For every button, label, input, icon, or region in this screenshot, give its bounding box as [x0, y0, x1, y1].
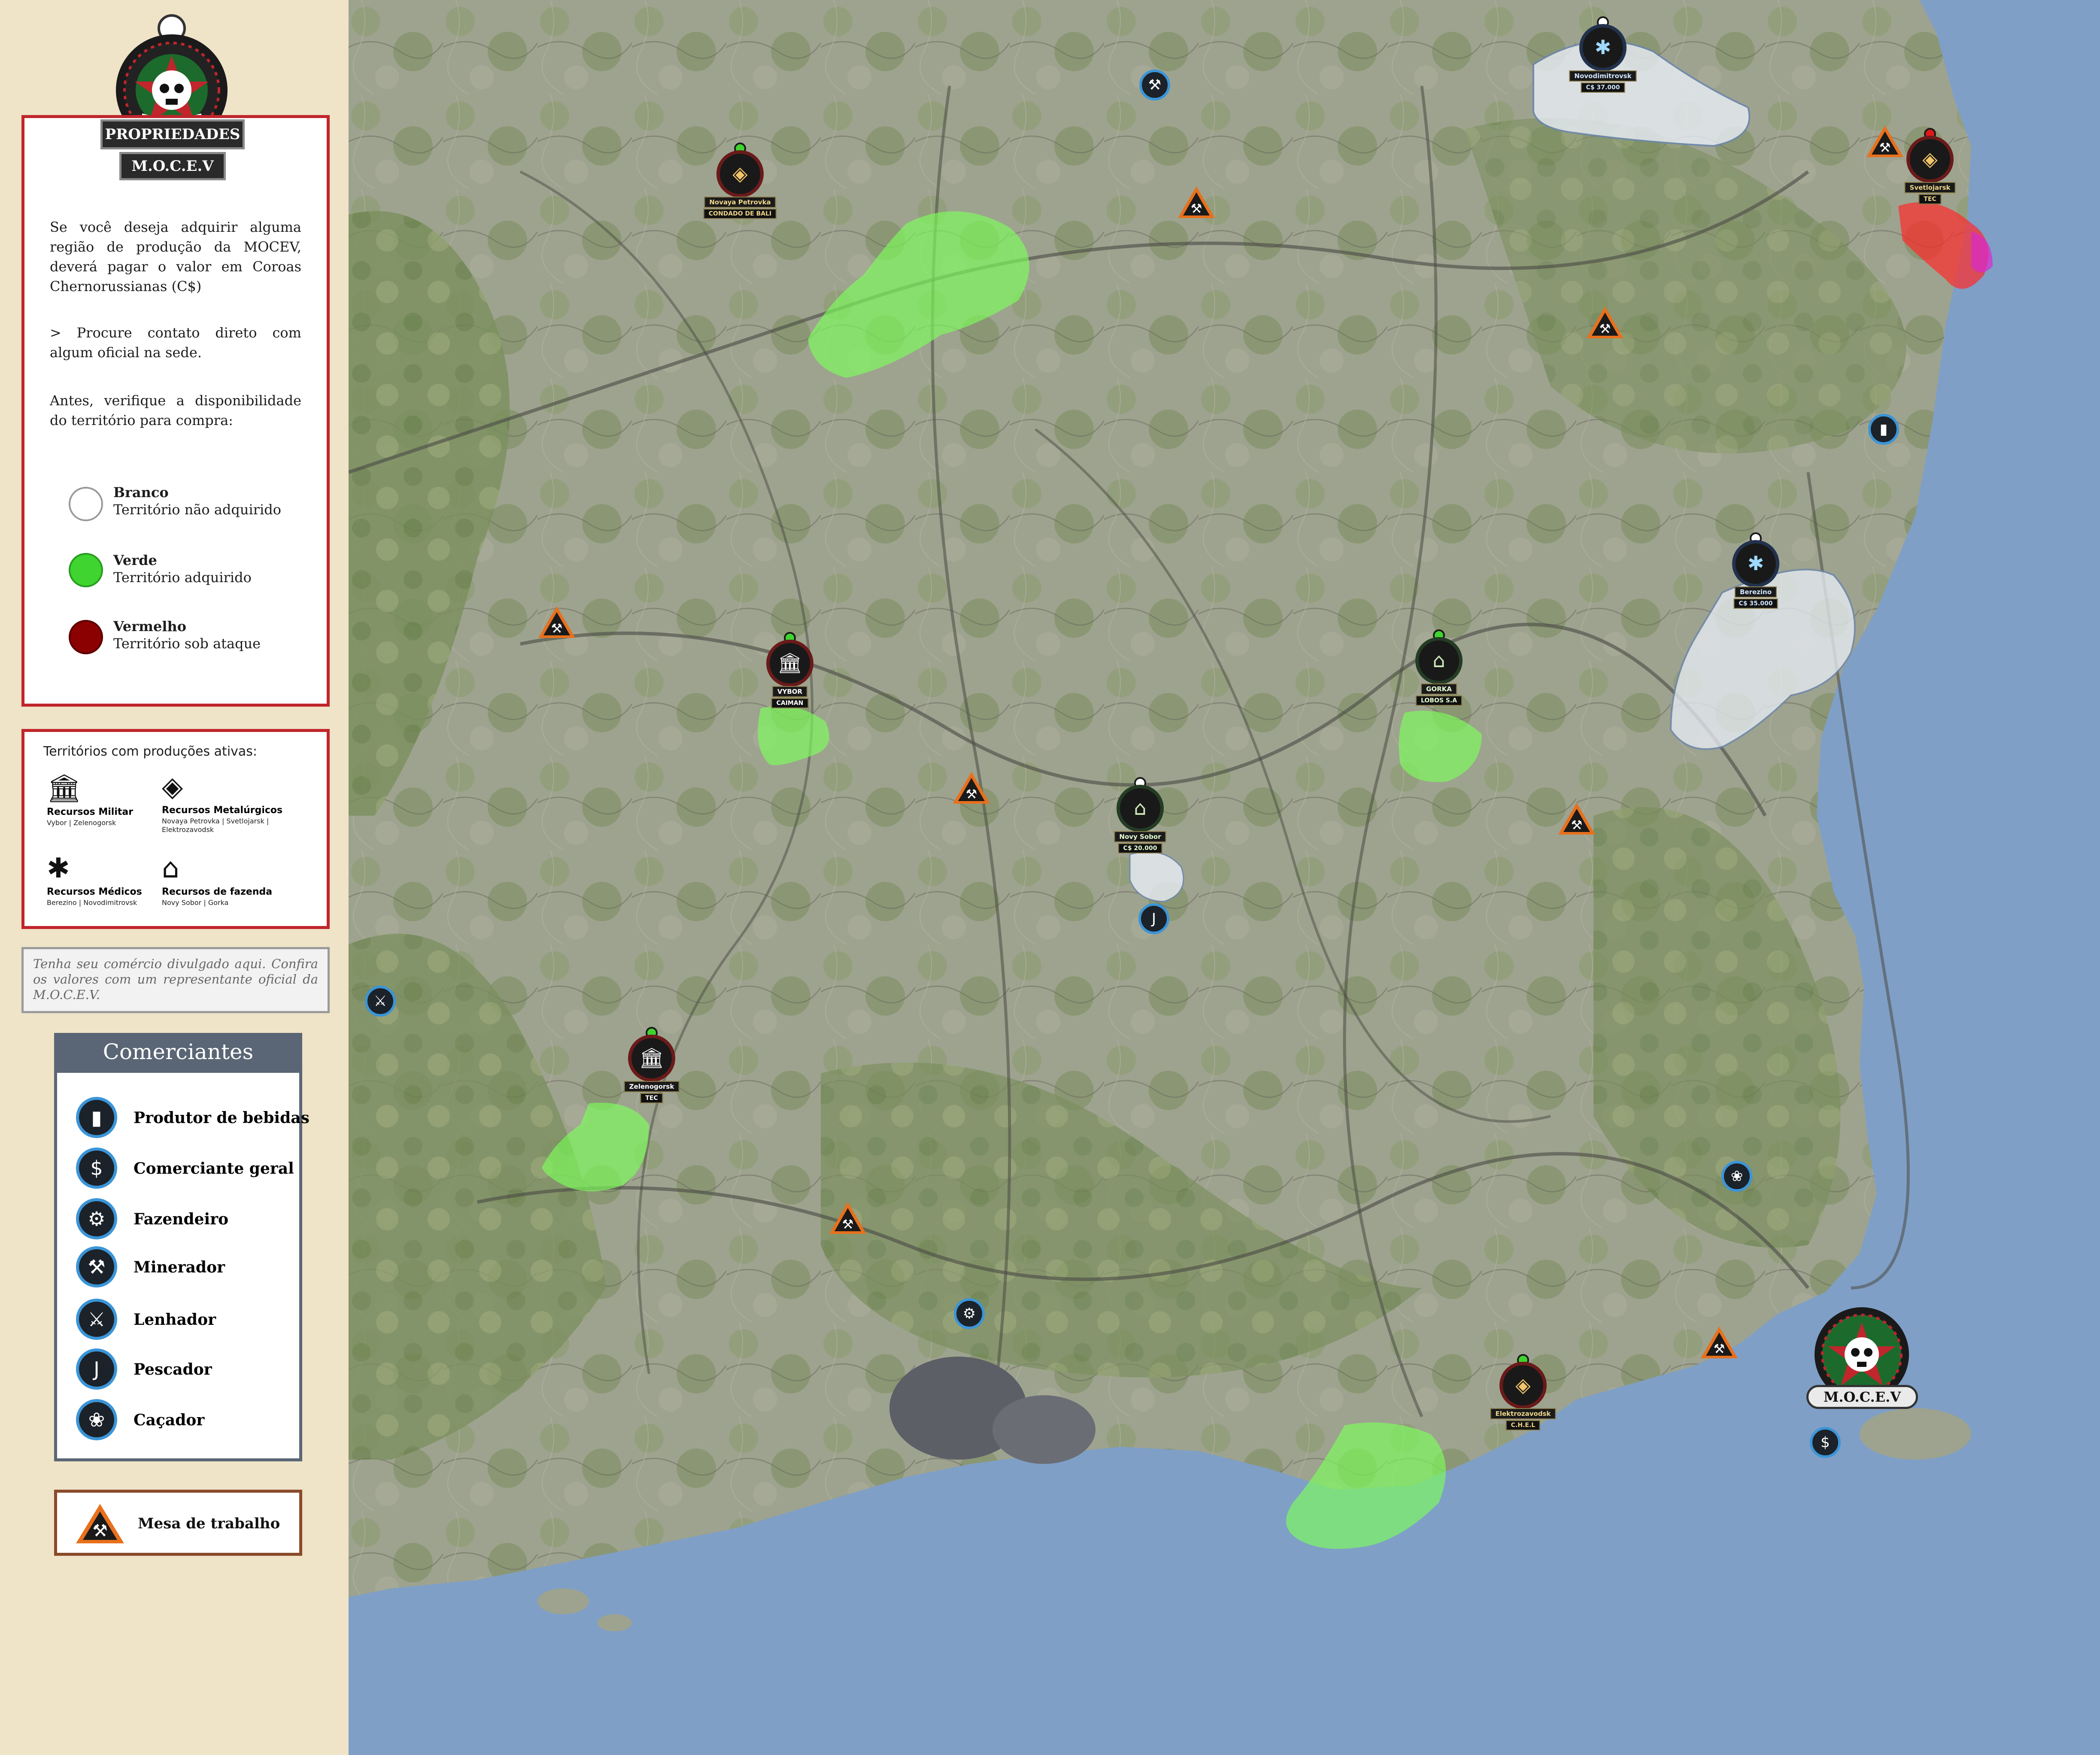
info-paragraph-2: > Procure contato direto com algum ofici… [50, 325, 301, 361]
pin-label-place: Berezino [1734, 586, 1777, 598]
info-paragraph-1: Se você deseja adquirir alguma região de… [50, 219, 301, 295]
svg-text:⚒: ⚒ [551, 621, 563, 636]
sidebar: PROPRIEDADES M.O.C.E.V Se você deseja ad… [0, 0, 349, 1755]
svg-text:⚒: ⚒ [1191, 201, 1202, 216]
map-view[interactable]: ◈ Novaya Petrovka CONDADO DE BALI ✱ Novo… [349, 0, 2100, 1755]
military-icon: 🏛 [766, 640, 813, 687]
pin-label-owner: TEC [640, 1093, 663, 1103]
military-icon: 🏛 [628, 1035, 675, 1082]
territories-title: Territórios com produções ativas: [43, 744, 258, 759]
workbench-icon[interactable]: ⚒ [828, 1201, 867, 1235]
medical-icon: ✱ [1579, 24, 1627, 71]
metal-icon: ◈ [162, 771, 183, 803]
pin-label-place: Elektrozavodsk [1490, 1408, 1556, 1419]
pin-label-owner: C$ 37.000 [1581, 82, 1625, 93]
workbench-label: Mesa de trabalho [138, 1515, 280, 1532]
workbench-icon[interactable]: ⚒ [1866, 124, 1904, 158]
metal-icon: ◈ [716, 150, 764, 197]
svg-text:⚒: ⚒ [1879, 140, 1891, 155]
pin-label-place: GORKA [1421, 683, 1457, 695]
svg-text:⚒: ⚒ [1714, 1342, 1725, 1357]
farm-icon: ⌂ [162, 853, 179, 884]
headquarters-marker[interactable]: M.O.C.E.V [1806, 1305, 1918, 1417]
svg-text:⚒: ⚒ [842, 1217, 854, 1232]
axe-icon[interactable]: ⚔ [76, 1299, 117, 1340]
pin-label-owner: TEC [1918, 194, 1942, 204]
pin-label-place: Novaya Petrovka [704, 197, 776, 208]
axe-icon[interactable]: ⚔ [365, 986, 396, 1017]
traders-panel: Comerciantes ▮ Produtor de bebidas $ Com… [54, 1033, 310, 1461]
pin-label-owner: C$ 20.000 [1118, 843, 1162, 853]
legend-sub-red: Território sob ataque [113, 635, 261, 652]
farm-icon: ⌂ [1117, 785, 1164, 832]
trader-miner: ⚒ Minerador [76, 1246, 282, 1287]
page-title: PROPRIEDADES [100, 119, 245, 149]
trader-drinks: ▮ Produtor de bebidas [76, 1097, 310, 1138]
headquarters-label: M.O.C.E.V [1806, 1385, 1918, 1409]
trader-general: $ Comerciante geral [76, 1148, 294, 1189]
traders-title: Comerciantes [103, 1039, 254, 1064]
pin-label-owner: C$ 35.000 [1733, 598, 1778, 609]
money-bag-icon[interactable]: $ [76, 1148, 117, 1189]
hook-icon[interactable]: J [1138, 903, 1169, 934]
pin-label-owner: LOBOS S.A [1415, 695, 1463, 706]
svg-text:⚒: ⚒ [1571, 818, 1583, 833]
workbench-icon[interactable]: ⚒ [1177, 185, 1216, 219]
pickaxe-icon[interactable]: ⚒ [1139, 70, 1170, 100]
legend-dot-red [69, 620, 103, 654]
page-subtitle: M.O.C.E.V [119, 152, 226, 180]
legend-dot-white [69, 487, 103, 521]
svg-text:⚒: ⚒ [1599, 322, 1611, 337]
svg-text:⚒: ⚒ [966, 787, 977, 802]
workbench-icon[interactable]: ⚒ [537, 605, 576, 639]
tractor-icon[interactable]: ⚙ [76, 1198, 117, 1239]
pin-label-owner: CONDADO DE BALI [703, 209, 777, 219]
military-icon: 🏛 [47, 773, 82, 805]
legend-title-green: Verde [113, 552, 157, 568]
workbench-icon: ⚒ [76, 1504, 124, 1543]
ad-box: Tenha seu comércio divulgado aqui. Confi… [21, 947, 330, 1013]
paw-icon[interactable]: ❀ [76, 1399, 117, 1440]
ad-text: Tenha seu comércio divulgado aqui. Confi… [33, 956, 318, 1002]
territories-panel: Territórios com produções ativas: 🏛 Recu… [21, 729, 330, 929]
workbench-icon[interactable]: ⚒ [1586, 306, 1624, 339]
trader-lumberjack: ⚔ Lenhador [76, 1299, 282, 1340]
svg-text:⚒: ⚒ [92, 1521, 108, 1541]
workbench-icon[interactable]: ⚒ [1700, 1326, 1739, 1359]
legend-sub-white: Território não adquirido [113, 501, 282, 518]
workbench-icon[interactable]: ⚒ [952, 771, 991, 805]
money-bag-icon[interactable]: $ [1810, 1427, 1841, 1458]
pickaxe-icon[interactable]: ⚒ [76, 1246, 117, 1287]
legend-dot-green [69, 553, 103, 587]
legend-title-red: Vermelho [113, 618, 187, 635]
paw-icon[interactable]: ❀ [1721, 1161, 1752, 1192]
medical-icon: ✱ [47, 853, 70, 884]
legend-title-white: Branco [113, 484, 169, 501]
workbench-icon[interactable]: ⚒ [1557, 802, 1596, 835]
pin-label-place: Novy Sobor [1114, 831, 1166, 842]
bottle-icon[interactable]: ▮ [76, 1097, 117, 1138]
medical-icon: ✱ [1732, 540, 1779, 587]
info-paragraph-3: Antes, verifique a disponibilidade do te… [50, 392, 301, 428]
trader-fisher: J Pescador [76, 1348, 282, 1390]
pin-label-owner: CAIMAN [771, 698, 809, 708]
pin-label-owner: C.H.E.L [1505, 1420, 1541, 1430]
pin-label-place: Zelenogorsk [624, 1081, 680, 1092]
metal-icon: ◈ [1906, 136, 1954, 183]
trader-farmer: ⚙ Fazendeiro [76, 1198, 282, 1239]
bottle-icon[interactable]: ▮ [1868, 414, 1899, 445]
trader-hunter: ❀ Caçador [76, 1399, 282, 1440]
pin-label-place: VYBOR [772, 686, 808, 697]
pin-label-place: Svetlojarsk [1904, 182, 1956, 193]
farm-icon: ⌂ [1415, 637, 1463, 684]
legend-sub-green: Território adquirido [113, 569, 252, 586]
hook-icon[interactable]: J [76, 1348, 117, 1390]
workbench-legend: ⚒ Mesa de trabalho [54, 1490, 302, 1556]
pin-label-place: Novodimitrovsk [1569, 70, 1637, 82]
metal-icon: ◈ [1499, 1362, 1547, 1409]
map-terrain [349, 0, 2100, 1755]
tractor-icon[interactable]: ⚙ [954, 1298, 985, 1329]
title-plate: PROPRIEDADES M.O.C.E.V [100, 119, 245, 184]
